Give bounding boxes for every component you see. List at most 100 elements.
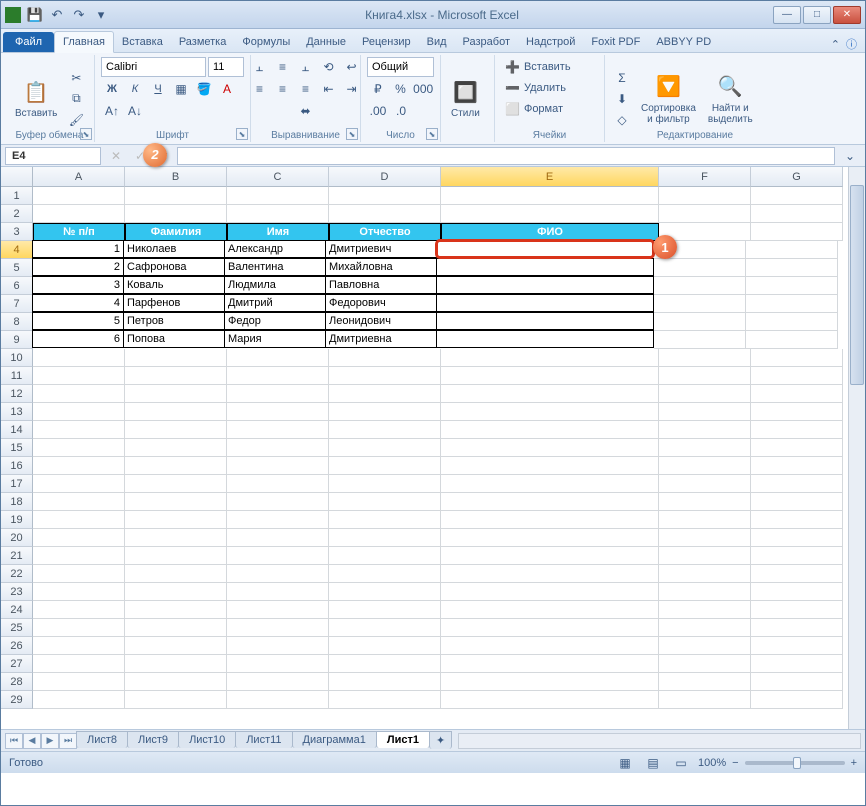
cut-button[interactable]: ✂	[65, 68, 87, 88]
cell[interactable]	[33, 673, 125, 691]
row-header[interactable]: 21	[1, 547, 33, 565]
cell[interactable]	[227, 493, 329, 511]
cell[interactable]	[33, 205, 125, 223]
tab-view[interactable]: Вид	[419, 32, 455, 52]
cell[interactable]: Попова	[123, 330, 225, 348]
italic-button[interactable]: К	[124, 79, 146, 99]
cell[interactable]	[329, 493, 441, 511]
cell[interactable]	[125, 205, 227, 223]
wrap-text[interactable]: ↩	[341, 57, 363, 77]
cell[interactable]	[125, 457, 227, 475]
row-header[interactable]: 1	[1, 187, 33, 205]
tab-foxit[interactable]: Foxit PDF	[583, 32, 648, 52]
cell[interactable]	[659, 493, 751, 511]
cell[interactable]	[227, 403, 329, 421]
tab-nav-prev[interactable]: ◀	[23, 733, 41, 749]
scroll-thumb[interactable]	[850, 185, 864, 385]
zoom-knob[interactable]	[793, 757, 801, 769]
cell[interactable]	[227, 205, 329, 223]
cell[interactable]	[436, 258, 654, 276]
cell[interactable]	[329, 655, 441, 673]
cell[interactable]	[441, 403, 659, 421]
cell[interactable]	[746, 241, 838, 259]
align-middle[interactable]: ≡	[272, 57, 294, 77]
cell[interactable]	[227, 439, 329, 457]
cell[interactable]	[436, 330, 654, 348]
cell[interactable]: Валентина	[224, 258, 326, 276]
cell[interactable]	[125, 601, 227, 619]
cell[interactable]	[659, 673, 751, 691]
cell[interactable]	[227, 637, 329, 655]
row-header[interactable]: 15	[1, 439, 33, 457]
cell[interactable]	[227, 421, 329, 439]
font-name[interactable]: Calibri	[101, 57, 206, 77]
cell[interactable]	[227, 619, 329, 637]
zoom-slider[interactable]	[745, 761, 845, 765]
cell[interactable]	[33, 565, 125, 583]
cell[interactable]: Парфенов	[123, 294, 225, 312]
cell[interactable]	[441, 493, 659, 511]
row-header[interactable]: 24	[1, 601, 33, 619]
cell[interactable]	[329, 403, 441, 421]
cell[interactable]	[659, 529, 751, 547]
cell[interactable]	[654, 313, 746, 331]
cell[interactable]	[33, 439, 125, 457]
cell[interactable]	[125, 367, 227, 385]
cell[interactable]	[33, 385, 125, 403]
cell[interactable]	[751, 421, 843, 439]
tab-nav-last[interactable]: ⏭	[59, 733, 77, 749]
zoom-out[interactable]: −	[732, 757, 738, 769]
cell[interactable]	[33, 637, 125, 655]
cell[interactable]: Петров	[123, 312, 225, 330]
col-header[interactable]: D	[329, 167, 441, 187]
sheet-tab[interactable]: Лист11	[235, 731, 292, 748]
select-all-corner[interactable]	[1, 167, 33, 187]
row-header[interactable]: 27	[1, 655, 33, 673]
cell[interactable]	[441, 619, 659, 637]
sheet-tab[interactable]: Лист8	[76, 731, 128, 748]
font-color[interactable]: A	[216, 79, 238, 99]
cell[interactable]	[659, 583, 751, 601]
col-header[interactable]: B	[125, 167, 227, 187]
number-launcher[interactable]: ⬊	[426, 128, 438, 140]
cell[interactable]	[751, 367, 843, 385]
cell[interactable]	[33, 655, 125, 673]
cell[interactable]	[441, 187, 659, 205]
row-header[interactable]: 8	[1, 313, 33, 331]
format-cells[interactable]: ⬜ Формат	[501, 99, 598, 119]
row-header[interactable]: 18	[1, 493, 33, 511]
cell[interactable]	[751, 457, 843, 475]
row-header[interactable]: 6	[1, 277, 33, 295]
cell[interactable]	[125, 565, 227, 583]
tab-nav-next[interactable]: ▶	[41, 733, 59, 749]
cell[interactable]	[329, 619, 441, 637]
tab-abbyy[interactable]: ABBYY PD	[648, 32, 719, 52]
sheet-tab[interactable]: Лист1	[376, 731, 430, 748]
tab-formulas[interactable]: Формулы	[234, 32, 298, 52]
cell[interactable]	[659, 691, 751, 709]
row-header[interactable]: 7	[1, 295, 33, 313]
cell[interactable]	[659, 385, 751, 403]
cell[interactable]	[441, 637, 659, 655]
cell[interactable]	[436, 240, 654, 258]
cell[interactable]: 6	[32, 330, 124, 348]
cell[interactable]	[751, 691, 843, 709]
cell[interactable]	[659, 457, 751, 475]
cell[interactable]	[329, 673, 441, 691]
name-box[interactable]: E4	[5, 147, 101, 165]
cell[interactable]	[441, 349, 659, 367]
cell[interactable]: 5	[32, 312, 124, 330]
cell[interactable]: Имя	[227, 223, 329, 241]
decrease-decimal[interactable]: .0	[390, 101, 412, 121]
cell[interactable]	[751, 439, 843, 457]
bold-button[interactable]: Ж	[101, 79, 123, 99]
row-header[interactable]: 29	[1, 691, 33, 709]
cell[interactable]: 1	[32, 240, 124, 258]
cell[interactable]	[659, 439, 751, 457]
row-header[interactable]: 16	[1, 457, 33, 475]
help-icon[interactable]: ⓘ	[846, 36, 857, 52]
cell[interactable]	[329, 349, 441, 367]
view-normal[interactable]: ▦	[614, 753, 636, 773]
file-tab[interactable]: Файл	[3, 32, 54, 52]
cell[interactable]	[441, 205, 659, 223]
